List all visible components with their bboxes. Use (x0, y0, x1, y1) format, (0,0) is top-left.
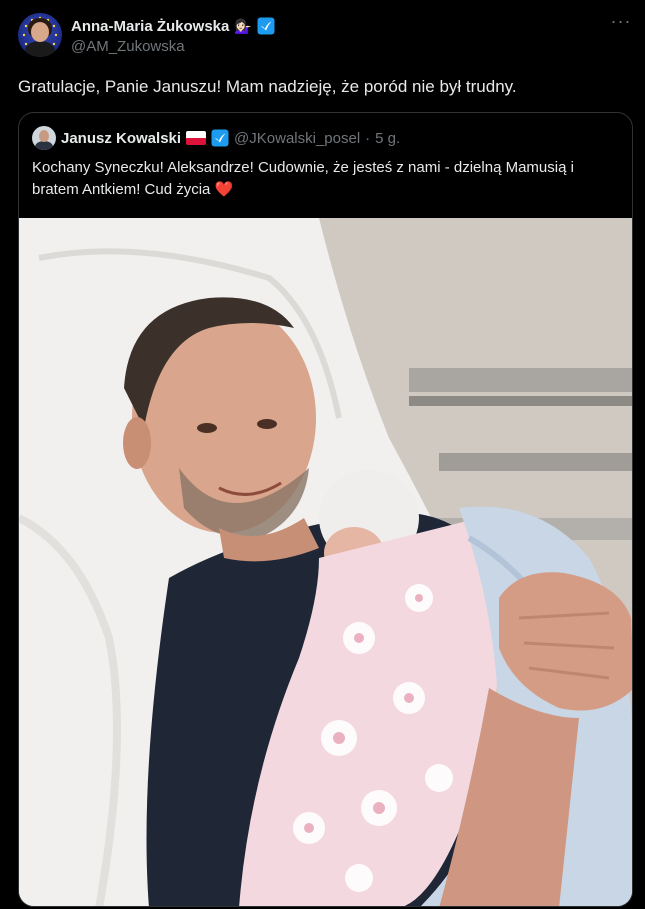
quoted-photo[interactable] (19, 218, 632, 906)
author-display-name[interactable]: Anna-Maria Żukowska (71, 18, 229, 35)
quoted-avatar-face (39, 130, 49, 142)
quoted-text-body: Kochany Syneczku! Aleksandrze! Cudownie,… (32, 159, 574, 198)
quoted-text: Kochany Syneczku! Aleksandrze! Cudownie,… (32, 157, 608, 201)
quoted-avatar-body (35, 141, 53, 150)
author-avatar[interactable] (18, 13, 62, 57)
person-tipping-hand-emoji-icon: 💁🏻‍♀️ (234, 18, 252, 34)
tweet-header: Anna-Maria Żukowska 💁🏻‍♀️ @AM_Zukowska ·… (18, 12, 633, 57)
avatar-face (31, 22, 49, 42)
more-options-icon[interactable]: ··· (609, 12, 633, 37)
quoted-separator: · (365, 129, 371, 147)
author-info: Anna-Maria Żukowska 💁🏻‍♀️ @AM_Zukowska (71, 16, 275, 55)
verified-badge-icon (257, 17, 275, 35)
avatar-body (25, 41, 55, 57)
quoted-timestamp[interactable]: 5 g. (375, 130, 400, 147)
poland-flag-icon (186, 131, 207, 145)
quoted-verified-badge-icon (211, 129, 229, 147)
quoted-tweet[interactable]: Janusz Kowalski @JKowalski_posel · 5 g. … (18, 112, 633, 907)
quoted-display-name[interactable]: Janusz Kowalski (61, 130, 181, 147)
author-handle[interactable]: @AM_Zukowska (71, 38, 275, 55)
photo-illustration (19, 218, 632, 906)
red-heart-icon: ❤️ (214, 181, 234, 198)
quoted-author-avatar[interactable] (32, 126, 56, 150)
quoted-handle[interactable]: @JKowalski_posel (234, 130, 360, 147)
tweet-text: Gratulacje, Panie Januszu! Mam nadzieję,… (18, 77, 517, 96)
quoted-header: Janusz Kowalski @JKowalski_posel · 5 g. (32, 126, 400, 150)
